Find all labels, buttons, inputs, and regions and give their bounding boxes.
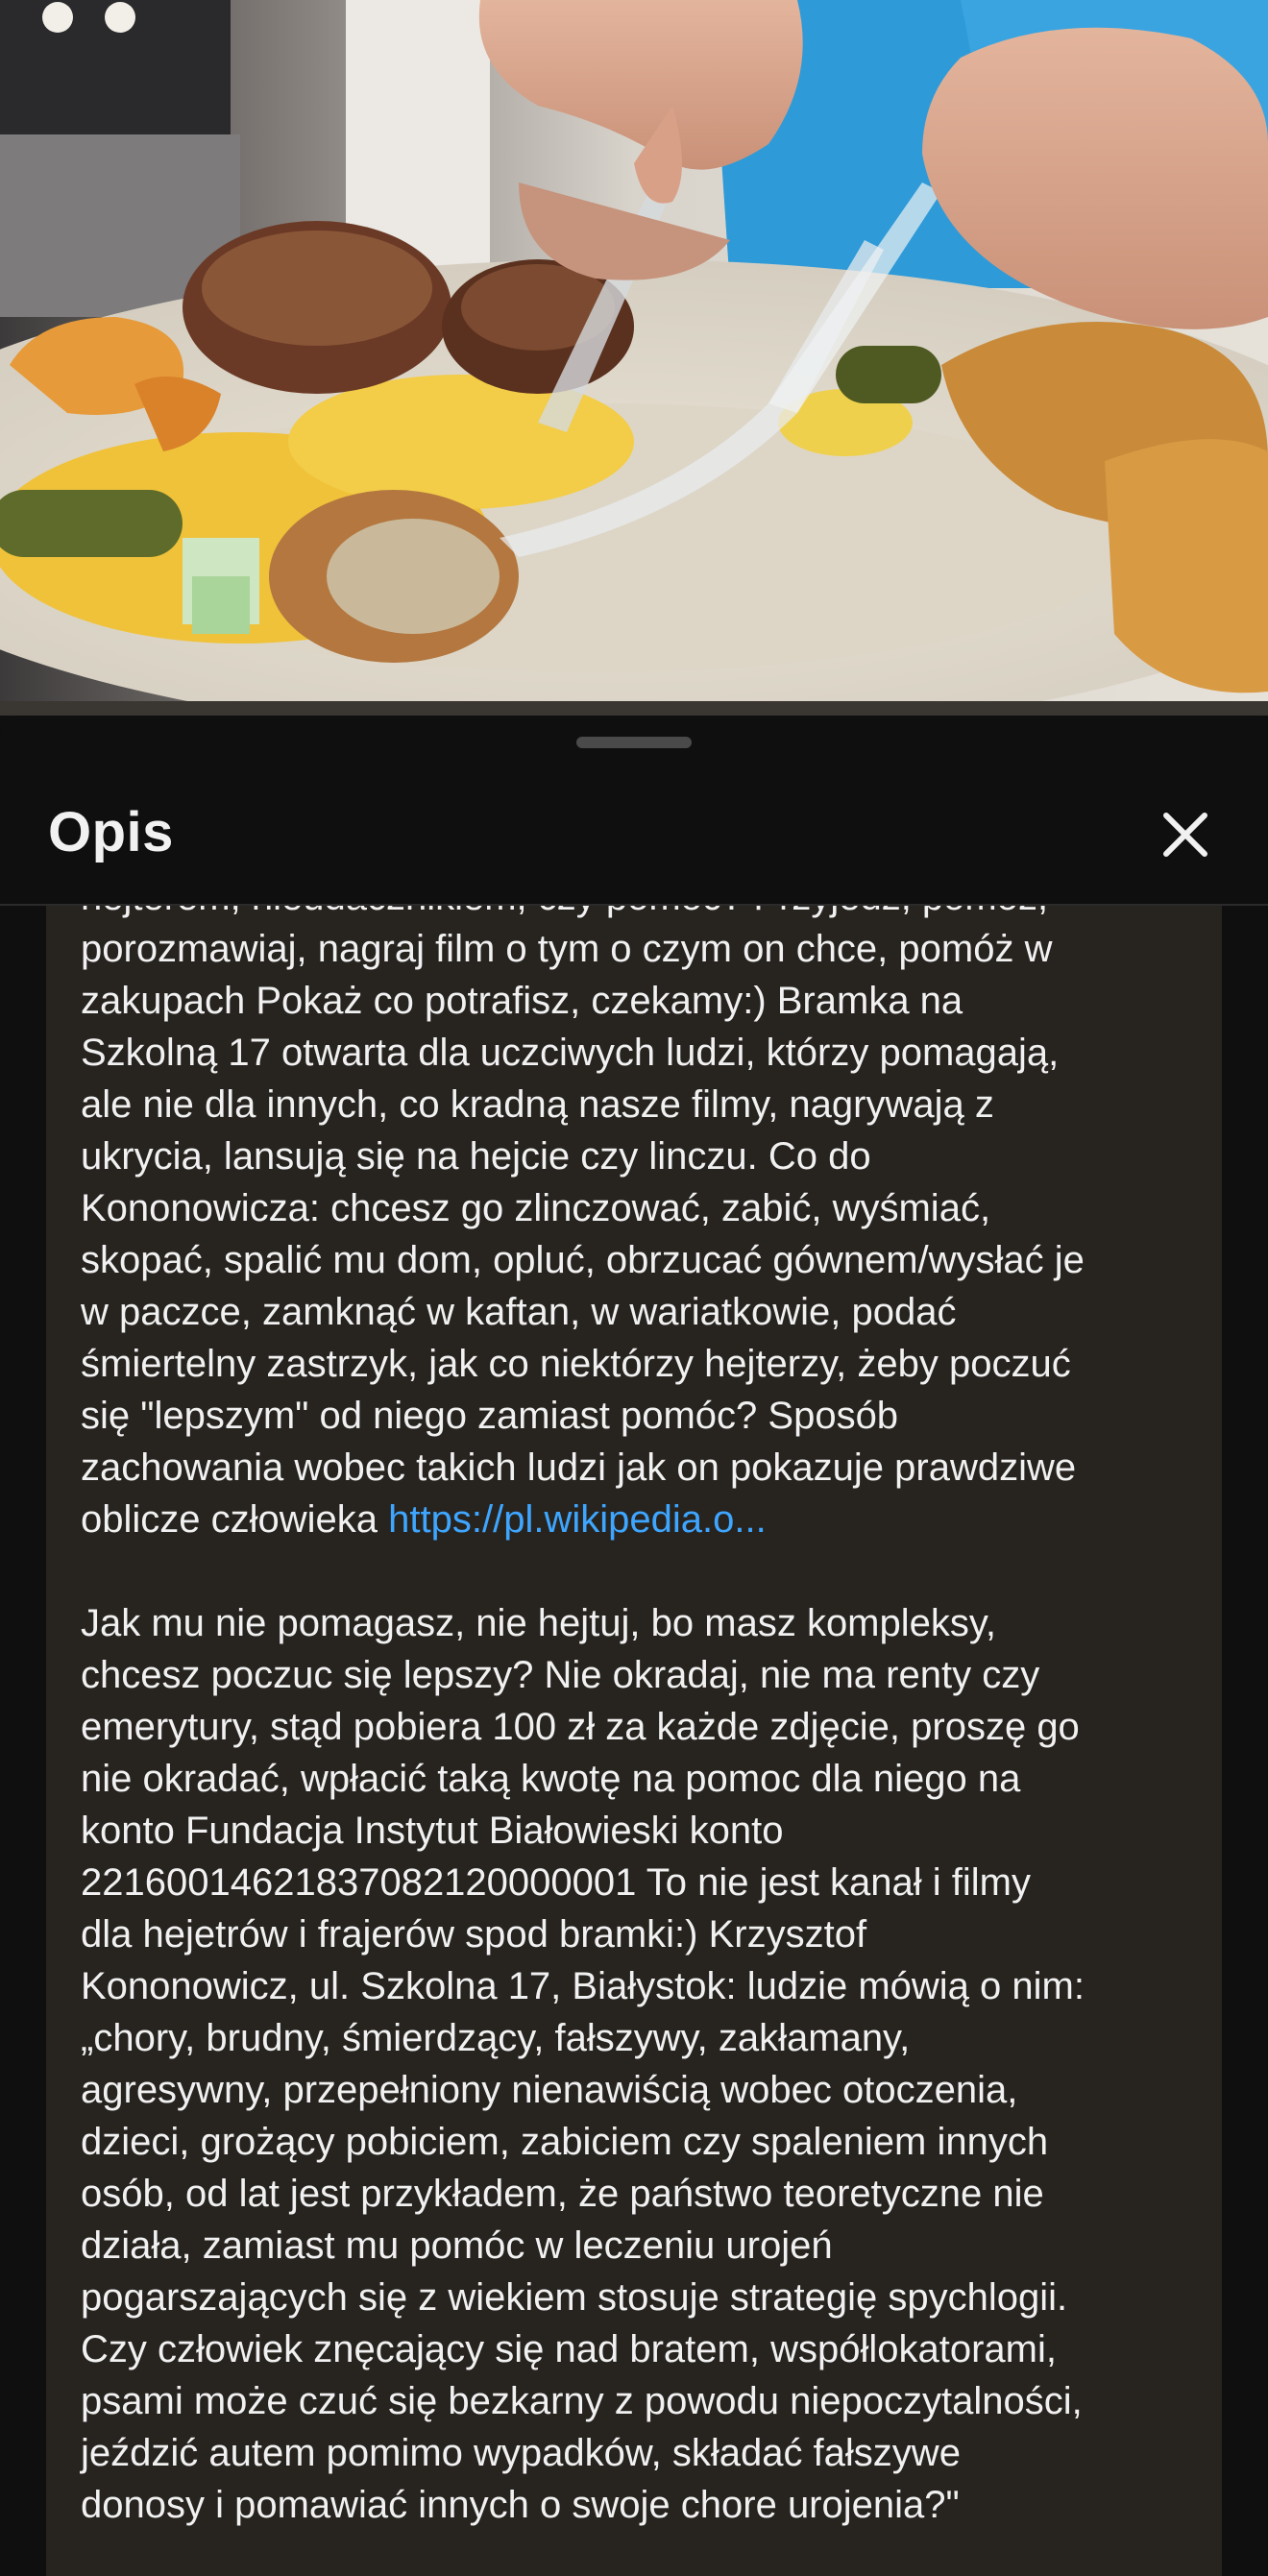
description-line: się "lepszym" od niego zamiast pomóc? Sp… xyxy=(81,1395,899,1437)
description-line: zakupach Pokaż co potrafisz, czekamy:) B… xyxy=(81,980,963,1022)
description-line: Szkolną 17 otwarta dla uczciwych ludzi, … xyxy=(81,1032,1060,1074)
description-line: dzieci, grożący pobiciem, zabiciem czy s… xyxy=(81,2121,1049,2163)
description-line: Jak mu nie pomagasz, nie hejtuj, bo masz… xyxy=(81,1602,997,1644)
description-line: ale nie dla innych, co kradną nasze film… xyxy=(81,1083,994,1126)
description-line: dla hejetrów i frajerów spod bramki:) Kr… xyxy=(81,1913,867,1956)
video-frame-food-plate xyxy=(0,0,1268,716)
description-line: „chory, brudny, śmierdzący, fałszywy, za… xyxy=(81,2017,911,2059)
description-line: chcesz poczuc się lepszy? Nie okradaj, n… xyxy=(81,1654,1040,1696)
close-button[interactable] xyxy=(1141,790,1230,879)
description-line: śmiertelny zastrzyk, jak co niektórzy he… xyxy=(81,1343,1071,1385)
description-line: jeździć autem pomimo wypadków, składać f… xyxy=(81,2432,961,2474)
video-player[interactable] xyxy=(0,0,1268,716)
description-line: osób, od lat jest przykładem, że państwo… xyxy=(81,2173,1044,2215)
description-line: ukrycia, lansują się na hejcie czy lincz… xyxy=(81,1135,871,1178)
description-line: skopać, spalić mu dom, opluć, obrzucać g… xyxy=(81,1239,1085,1281)
description-line: 22160014621837082120000001 To nie jest k… xyxy=(81,1861,1031,1904)
drag-handle[interactable] xyxy=(576,737,692,748)
description-panel[interactable]: hejterem, nieudacznikiem, czy pomoc? Prz… xyxy=(46,906,1222,2576)
description-line: emerytury, stąd pobiera 100 zł za każde … xyxy=(81,1706,1080,1748)
description-paragraph-1: hejterem, nieudacznikiem, czy pomoc? Prz… xyxy=(81,906,1195,1494)
description-line: agresywny, przepełniony nienawiścią wobe… xyxy=(81,2069,1018,2111)
description-paragraph-2: Jak mu nie pomagasz, nie hejtuj, bo masz… xyxy=(81,1597,1195,2531)
sheet-header: Opis xyxy=(0,764,1268,906)
description-line: donosy i pomawiać innych o swoje chore u… xyxy=(81,2484,960,2526)
description-line: psami może czuć się bezkarny z powodu ni… xyxy=(81,2380,1083,2422)
description-line: Kononowicza: chcesz go zlinczować, zabić… xyxy=(81,1187,991,1229)
description-sheet: Opis hejterem, nieudacznikiem, czy pomoc… xyxy=(0,716,1268,2576)
description-line: działa, zamiast mu pomóc w leczeniu uroj… xyxy=(81,2224,833,2267)
description-line: pogarszających się z wiekiem stosuje str… xyxy=(81,2276,1068,2319)
description-line: porozmawiaj, nagraj film o tym o czym on… xyxy=(81,928,1053,970)
description-line: Czy człowiek znęcający się nad bratem, w… xyxy=(81,2328,1057,2370)
description-line: oblicze człowieka https://pl.wikipedia.o… xyxy=(81,1494,1195,1545)
description-line: zachowania wobec takich ludzi jak on pok… xyxy=(81,1446,1077,1489)
sheet-title: Opis xyxy=(48,801,174,863)
description-line: Kononowicz, ul. Szkolna 17, Białystok: l… xyxy=(81,1965,1085,2007)
wikipedia-link[interactable]: https://pl.wikipedia.o... xyxy=(388,1498,767,1541)
description-line: hejterem, nieudacznikiem, czy pomoc? Prz… xyxy=(81,906,1195,923)
description-line: konto Fundacja Instytut Białowieski kont… xyxy=(81,1810,784,1852)
description-line: w paczce, zamknąć w kaftan, w wariatkowi… xyxy=(81,1291,957,1333)
description-line-text: oblicze człowieka xyxy=(81,1498,389,1541)
close-icon xyxy=(1163,813,1207,857)
description-line: nie okradać, wpłacić taką kwotę na pomoc… xyxy=(81,1758,1021,1800)
description-text: hejterem, nieudacznikiem, czy pomoc? Prz… xyxy=(81,906,1195,2531)
